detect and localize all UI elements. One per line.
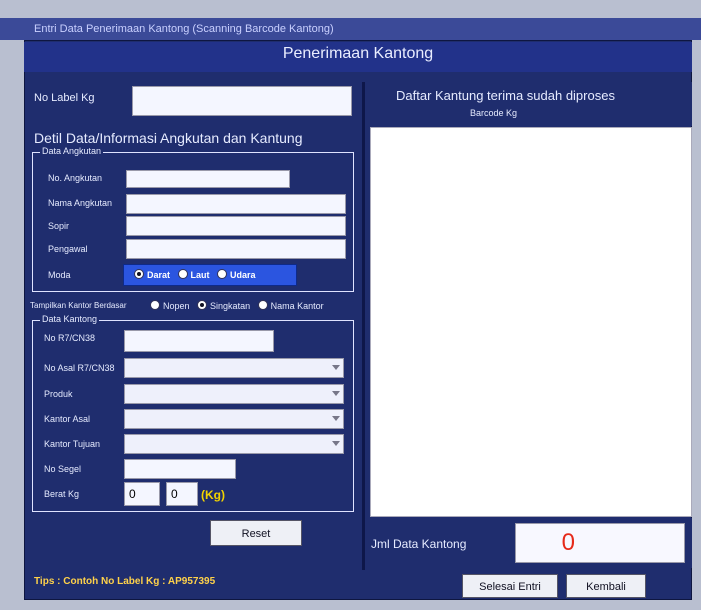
produk-label: Produk xyxy=(44,389,73,399)
no-segel-label: No Segel xyxy=(44,464,82,474)
moda-option-darat[interactable]: Darat xyxy=(134,269,170,280)
berat-kg-input[interactable]: 0 xyxy=(124,482,160,506)
page-title: Penerimaan Kantong xyxy=(282,45,434,62)
pengawal-label: Pengawal xyxy=(48,244,88,254)
data-angkutan-group-title: Data Angkutan xyxy=(40,146,104,156)
panel-divider xyxy=(362,82,365,570)
berat-unit: (Kg) xyxy=(201,488,225,502)
kantor-asal-dropdown[interactable] xyxy=(124,409,344,429)
option-nama-kantor[interactable]: Nama Kantor xyxy=(257,300,324,311)
no-angkutan-input[interactable] xyxy=(126,170,290,188)
moda-options: Darat Laut Udara xyxy=(134,269,256,280)
radio-icon xyxy=(177,269,188,279)
no-asal-dropdown[interactable] xyxy=(124,358,344,378)
window-title-bar: Entri Data Penerimaan Kantong (Scanning … xyxy=(0,18,701,40)
option-nopen[interactable]: Nopen xyxy=(150,300,190,311)
count-label: Jml Data Kantong xyxy=(371,537,467,551)
radio-icon xyxy=(217,269,228,279)
no-segel-input[interactable] xyxy=(124,459,236,479)
kantor-asal-label: Kantor Asal xyxy=(44,414,91,424)
radio-icon xyxy=(197,300,208,310)
no-r7-label: No R7/CN38 xyxy=(44,333,96,343)
kembali-button[interactable]: Kembali xyxy=(566,574,646,598)
moda-option-laut[interactable]: Laut xyxy=(177,269,210,280)
pengawal-input[interactable] xyxy=(126,239,346,259)
sopir-label: Sopir xyxy=(48,221,70,231)
reset-button[interactable]: Reset xyxy=(210,520,302,546)
moda-label: Moda xyxy=(48,270,71,280)
data-kantong-group-title: Data Kantong xyxy=(40,314,100,324)
no-label-kg-label: No Label Kg xyxy=(34,92,95,104)
selesai-entri-button[interactable]: Selesai Entri xyxy=(462,574,558,598)
option-singkatan[interactable]: Singkatan xyxy=(197,300,250,311)
nama-angkutan-input[interactable] xyxy=(126,194,346,214)
tampilkan-kantor-options: Nopen Singkatan Nama Kantor xyxy=(150,300,324,311)
kantor-tujuan-label: Kantor Tujuan xyxy=(44,439,101,449)
no-label-kg-input[interactable] xyxy=(132,86,352,116)
radio-icon xyxy=(150,300,160,310)
radio-icon xyxy=(134,269,144,279)
processed-list[interactable] xyxy=(370,127,692,517)
list-column-header: Barcode Kg xyxy=(470,108,518,118)
tampilkan-kantor-label: Tampilkan Kantor Berdasar xyxy=(30,301,127,310)
no-asal-label: No Asal R7/CN38 xyxy=(44,363,115,373)
berat-label: Berat Kg xyxy=(44,489,80,499)
no-r7-input[interactable] xyxy=(124,330,274,352)
sopir-input[interactable] xyxy=(126,216,346,236)
radio-icon xyxy=(257,300,268,310)
berat-gram-input[interactable]: 0 xyxy=(166,482,198,506)
tips-text: Tips : Contoh No Label Kg : AP957395 xyxy=(34,576,216,587)
no-angkutan-label: No. Angkutan xyxy=(48,173,103,183)
count-value: 0 xyxy=(561,529,575,556)
produk-dropdown[interactable] xyxy=(124,384,344,404)
moda-option-udara[interactable]: Udara xyxy=(217,269,256,280)
kantor-tujuan-dropdown[interactable] xyxy=(124,434,344,454)
nama-angkutan-label: Nama Angkutan xyxy=(48,198,113,208)
list-title: Daftar Kantung terima sudah diproses xyxy=(396,88,615,103)
detail-section-title: Detil Data/Informasi Angkutan dan Kantun… xyxy=(34,130,303,146)
